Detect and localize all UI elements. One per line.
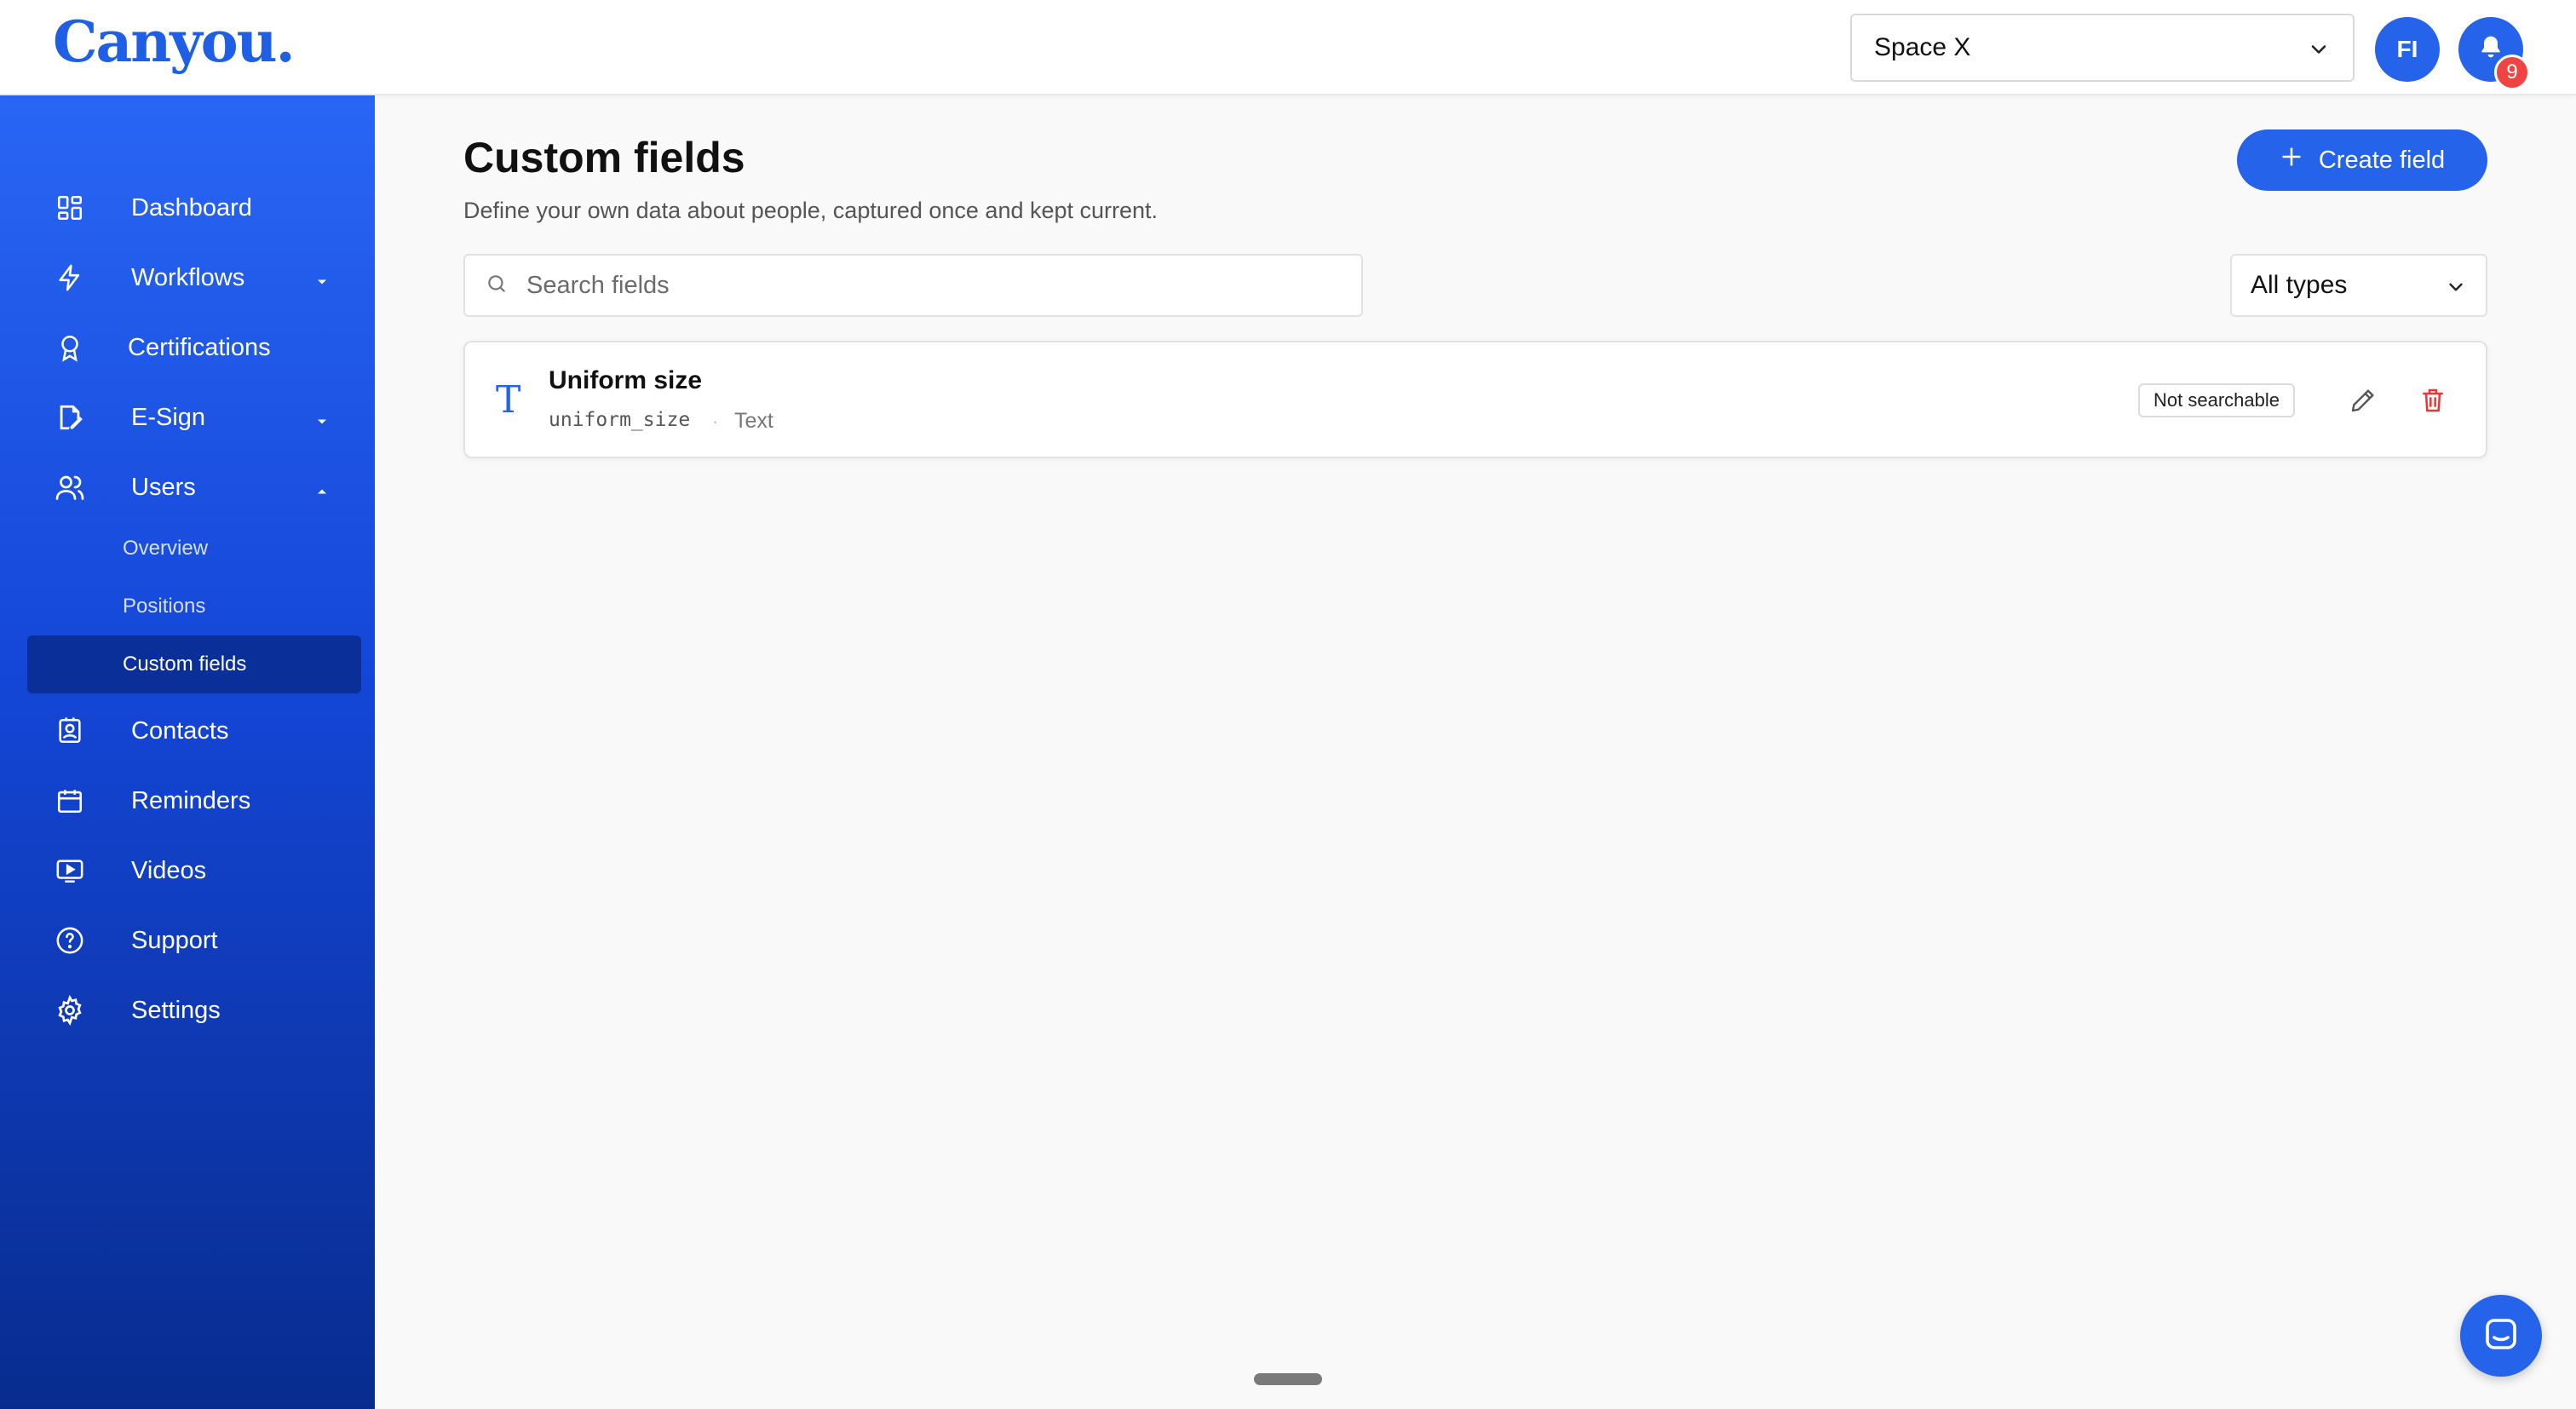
- sidebar-item-label: Support: [131, 926, 218, 954]
- sidebar-subitem-custom-fields[interactable]: Custom fields: [27, 635, 361, 693]
- grid-icon: [53, 191, 87, 225]
- sidebar-item-label: Settings: [131, 996, 221, 1024]
- sidebar-item-videos[interactable]: Videos: [27, 842, 361, 900]
- create-field-button[interactable]: Create field: [2237, 129, 2487, 191]
- user-avatar[interactable]: FI: [2375, 17, 2440, 82]
- page-subtitle: Define your own data about people, captu…: [463, 198, 1159, 223]
- type-filter-select[interactable]: All types: [2230, 254, 2487, 317]
- sidebar-item-label: Reminders: [131, 786, 251, 814]
- edit-field-button[interactable]: [2346, 385, 2380, 419]
- caret-up-icon: [313, 479, 331, 507]
- sidebar-item-settings[interactable]: Settings: [27, 981, 361, 1039]
- app-logo[interactable]: Canyou.: [53, 9, 296, 75]
- award-icon: [53, 331, 87, 365]
- chevron-down-icon: [2445, 276, 2467, 305]
- lightning-icon: [53, 261, 87, 295]
- chevron-down-icon: [2307, 37, 2331, 68]
- sidebar-item-dashboard[interactable]: Dashboard: [27, 179, 361, 237]
- caret-down-icon: [313, 409, 331, 437]
- field-list-item[interactable]: T Uniform size uniform_size · Text Not s…: [463, 341, 2487, 458]
- help-circle-icon: [53, 923, 87, 958]
- gear-icon: [53, 993, 87, 1027]
- sidebar-item-support[interactable]: Support: [27, 912, 361, 969]
- sidebar-item-label: Videos: [131, 856, 207, 884]
- delete-field-button[interactable]: [2416, 385, 2450, 419]
- create-field-label: Create field: [2318, 146, 2446, 174]
- sidebar-item-label: E-Sign: [131, 403, 206, 431]
- sidebar-item-contacts[interactable]: Contacts: [27, 702, 361, 760]
- chat-icon: [2481, 1314, 2521, 1359]
- field-name: Uniform size: [549, 366, 703, 394]
- users-icon: [53, 470, 87, 504]
- document-sign-icon: [53, 400, 87, 434]
- sidebar-item-workflows[interactable]: Workflows: [27, 249, 361, 307]
- sidebar-item-reminders[interactable]: Reminders: [27, 772, 361, 830]
- chat-launcher-button[interactable]: [2460, 1295, 2542, 1377]
- field-type-label: Text: [734, 409, 773, 433]
- sidebar-item-label: Workflows: [131, 263, 245, 291]
- page-title: Custom fields: [463, 134, 745, 181]
- sidebar-item-label: Certifications: [128, 333, 271, 361]
- notification-count-badge: 9: [2494, 55, 2530, 90]
- sidebar-item-e-sign[interactable]: E-Sign: [27, 388, 361, 446]
- field-key: uniform_size: [549, 409, 691, 431]
- space-select-value: Space X: [1874, 33, 1971, 61]
- text-type-icon: T: [496, 378, 521, 422]
- top-bar: Canyou. Space X FI 9: [0, 0, 2576, 95]
- trash-icon: [2419, 387, 2447, 418]
- user-initials: FI: [2396, 36, 2418, 62]
- search-icon: [486, 273, 508, 299]
- contact-card-icon: [53, 714, 87, 748]
- pencil-icon: [2349, 387, 2377, 418]
- sidebar: Dashboard Workflows Certifications E-Sig…: [0, 95, 375, 1409]
- search-box: [463, 254, 1363, 317]
- sidebar-subitem-positions[interactable]: Positions: [27, 578, 361, 635]
- sidebar-item-certifications[interactable]: Certifications: [27, 319, 361, 377]
- caret-down-icon: [313, 269, 331, 297]
- field-meta-separator: ·: [712, 411, 719, 432]
- video-icon: [53, 854, 87, 888]
- searchable-status-badge: Not searchable: [2138, 383, 2295, 417]
- scroll-handle[interactable]: [1254, 1373, 1322, 1385]
- sidebar-item-label: Dashboard: [131, 193, 252, 221]
- calendar-icon: [53, 784, 87, 818]
- type-filter-value: All types: [2251, 271, 2348, 299]
- space-select[interactable]: Space X: [1850, 14, 2355, 82]
- plus-icon: [2280, 145, 2303, 175]
- search-input[interactable]: [526, 271, 1344, 300]
- sidebar-item-label: Users: [131, 473, 196, 501]
- sidebar-item-users[interactable]: Users: [27, 458, 361, 516]
- sidebar-item-label: Contacts: [131, 716, 229, 745]
- sidebar-subitem-overview[interactable]: Overview: [27, 520, 361, 578]
